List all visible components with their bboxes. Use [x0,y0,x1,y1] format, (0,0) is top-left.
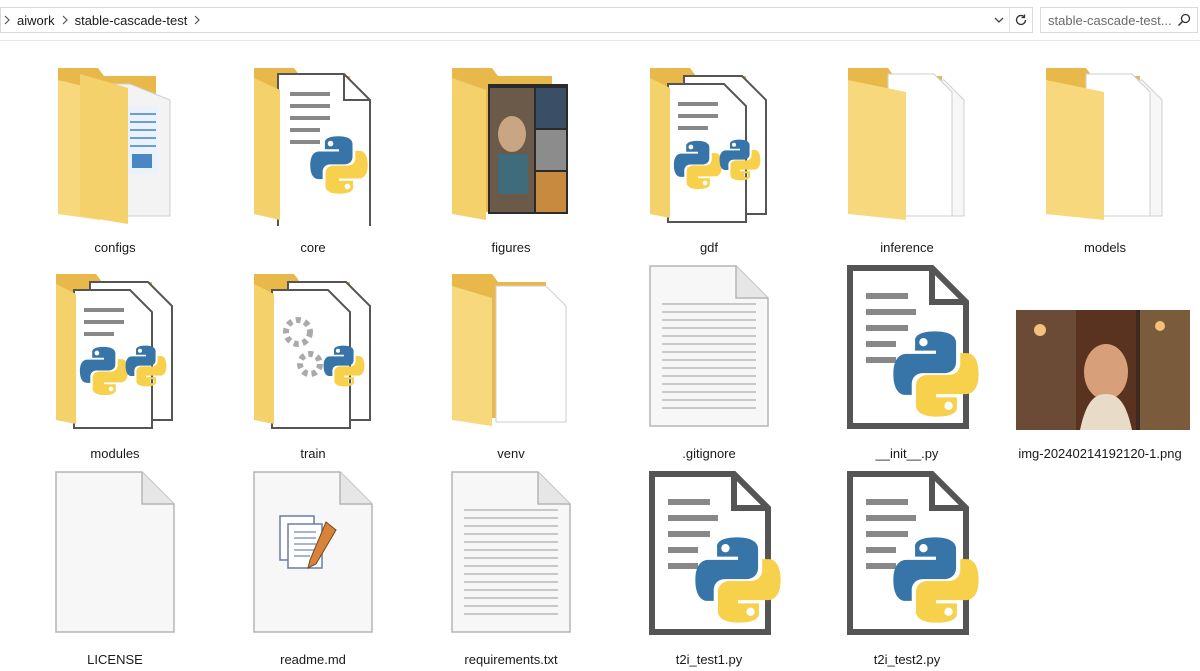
folder-item[interactable]: core [238,54,388,255]
file-item[interactable]: readme.md [238,466,388,667]
folder-item[interactable]: modules [40,260,190,461]
breadcrumb-aiwork[interactable]: aiwork [13,13,59,28]
item-name: t2i_test2.py [873,652,941,667]
item-name: inference [880,240,934,255]
file-item[interactable]: .gitignore [634,260,784,461]
file-grid: configs core figures gdf inference model… [0,40,1200,671]
refresh-icon[interactable] [1009,8,1032,32]
toolbar: aiwork stable-cascade-test stable-cascad… [0,0,1200,41]
folder-item[interactable]: configs [40,54,190,255]
search-input[interactable]: stable-cascade-test... [1041,13,1172,28]
blank-file-icon [40,466,190,638]
item-name: venv [497,446,525,461]
python-file-icon [634,466,784,638]
item-name: requirements.txt [464,652,558,667]
chevron-right-icon[interactable] [61,12,69,28]
folder-icon [634,54,784,226]
item-name: models [1084,240,1126,255]
item-name: core [300,240,326,255]
folder-item[interactable]: inference [832,54,982,255]
python-file-icon [832,260,982,432]
folder-item[interactable]: figures [436,54,586,255]
item-name: __init__.py [875,446,939,461]
item-name: train [300,446,326,461]
item-name: gdf [699,240,719,255]
file-item[interactable]: t2i_test1.py [634,466,784,667]
folder-icon [40,54,190,226]
folder-item[interactable]: venv [436,260,586,461]
python-file-icon [832,466,982,638]
folder-icon [40,260,190,432]
text-file-icon [634,260,784,432]
item-name: .gitignore [682,446,736,461]
markdown-file-icon [238,466,388,638]
item-name: configs [94,240,136,255]
file-item[interactable]: LICENSE [40,466,190,667]
file-item[interactable]: img-20240214192120-1.png [1000,260,1200,461]
item-name: LICENSE [87,652,143,667]
folder-icon [1030,54,1180,226]
search-icon[interactable] [1177,13,1191,32]
item-name: figures [491,240,531,255]
folder-item[interactable]: train [238,260,388,461]
address-bar[interactable]: aiwork stable-cascade-test [0,7,1033,33]
item-name: t2i_test1.py [675,652,743,667]
folder-icon [436,260,586,432]
chevron-right-icon[interactable] [3,12,11,28]
history-dropdown-icon[interactable] [989,8,1009,32]
folder-icon [238,54,388,229]
folder-item[interactable]: models [1030,54,1180,255]
text-file-icon [436,466,586,638]
search-box[interactable]: stable-cascade-test... [1040,7,1198,33]
chevron-right-icon[interactable] [193,12,201,28]
image-thumbnail [1000,260,1200,432]
folder-item[interactable]: gdf [634,54,784,255]
item-name: modules [90,446,140,461]
file-item[interactable]: requirements.txt [436,466,586,667]
folder-icon [832,54,982,226]
folder-icon [238,260,388,432]
breadcrumb-current-folder[interactable]: stable-cascade-test [71,13,192,28]
file-item[interactable]: t2i_test2.py [832,466,982,667]
file-item[interactable]: __init__.py [832,260,982,461]
folder-icon [436,54,586,226]
item-name: img-20240214192120-1.png [1018,446,1182,461]
item-name: readme.md [280,652,346,667]
